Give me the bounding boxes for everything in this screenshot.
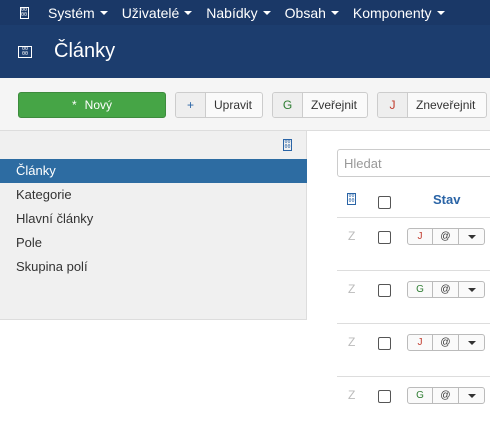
featured-toggle-icon[interactable]: @ — [433, 282, 459, 297]
articles-icon: 00 00 — [18, 45, 32, 58]
sidebar-item-fields[interactable]: Pole — [0, 231, 307, 255]
menu-menus[interactable]: Nabídky — [206, 4, 271, 21]
logo-glyph-icon: 00 00 — [19, 6, 29, 19]
edit-icon: + — [176, 93, 206, 117]
status-button-group: G @ — [407, 281, 485, 298]
status-button-group: G @ — [407, 387, 485, 404]
unpublish-button-label: Zneveřejnit — [416, 98, 476, 112]
sidebar: 00 00 Články Kategorie Hlavní články Pole… — [0, 131, 307, 320]
table-row: Z G @ — [337, 271, 490, 324]
actions-dropdown[interactable] — [459, 282, 484, 297]
row-checkbox[interactable] — [378, 284, 391, 297]
chevron-down-icon — [467, 287, 476, 292]
chevron-down-icon — [467, 234, 476, 239]
chevron-down-icon — [330, 10, 339, 15]
featured-toggle-icon[interactable]: @ — [433, 229, 459, 244]
menu-users-label: Uživatelé — [121, 4, 180, 21]
new-button[interactable]: * Nový — [18, 92, 166, 118]
featured-toggle-icon[interactable]: @ — [433, 388, 459, 403]
status-button-group: J @ — [407, 228, 485, 245]
menu-users[interactable]: Uživatelé — [122, 5, 193, 21]
published-status-icon[interactable]: G — [408, 388, 433, 403]
unpublish-icon: J — [378, 93, 408, 117]
drag-handle-icon[interactable]: Z — [348, 388, 355, 402]
publish-button-label: Zveřejnit — [311, 98, 358, 112]
drag-handle-icon[interactable]: Z — [348, 229, 355, 243]
drag-handle-icon[interactable]: Z — [348, 335, 355, 349]
select-all-checkbox[interactable] — [378, 196, 391, 209]
menu-system[interactable]: Systém — [48, 5, 108, 21]
menu-menus-label: Nabídky — [206, 4, 258, 21]
chevron-down-icon — [184, 10, 193, 15]
table-row: Z G @ — [337, 377, 490, 430]
chevron-down-icon — [436, 10, 445, 15]
edit-button[interactable]: + Upravit — [175, 92, 263, 118]
status-button-group: J @ — [407, 334, 485, 351]
sidebar-item-articles[interactable]: Články — [0, 159, 307, 183]
chevron-down-icon — [467, 340, 476, 345]
ordering-icon[interactable]: 00 00 — [347, 193, 356, 205]
published-status-icon[interactable]: G — [408, 282, 433, 297]
page-header: 00 00 Články — [0, 25, 490, 78]
toolbar: * Nový + Upravit G Zveřejnit J Zneveřejn… — [0, 78, 490, 131]
chevron-down-icon — [467, 393, 476, 398]
sidebar-toggle-icon[interactable]: 00 00 — [283, 139, 292, 151]
menu-system-label: Systém — [48, 4, 95, 21]
page-title: Články — [54, 40, 116, 62]
actions-dropdown[interactable] — [459, 229, 484, 244]
menu-components[interactable]: Komponenty — [353, 5, 445, 21]
search-input[interactable]: Hledat — [337, 149, 490, 177]
table-row: Z J @ — [337, 324, 490, 377]
menu-content[interactable]: Obsah — [285, 5, 339, 21]
actions-dropdown[interactable] — [459, 335, 484, 350]
publish-button[interactable]: G Zveřejnit — [272, 92, 368, 118]
publish-icon: G — [273, 93, 303, 117]
actions-dropdown[interactable] — [459, 388, 484, 403]
row-checkbox[interactable] — [378, 231, 391, 244]
new-icon: * — [71, 98, 77, 112]
sidebar-item-featured[interactable]: Hlavní články — [0, 207, 307, 231]
main-menu: Systém Uživatelé Nabídky Obsah Komponent… — [48, 5, 459, 21]
drag-handle-icon[interactable]: Z — [348, 282, 355, 296]
sidebar-nav: Články Kategorie Hlavní články Pole Skup… — [0, 159, 307, 279]
row-checkbox[interactable] — [378, 337, 391, 350]
unpublished-status-icon[interactable]: J — [408, 229, 433, 244]
table-header: 00 00 Stav — [337, 186, 490, 218]
status-column-header[interactable]: Stav — [433, 192, 460, 207]
top-navbar: 00 00 Systém Uživatelé Nabídky Obsah Komp… — [0, 0, 490, 25]
new-button-label: Nový — [84, 98, 112, 112]
sidebar-item-categories[interactable]: Kategorie — [0, 183, 307, 207]
menu-components-label: Komponenty — [352, 4, 432, 21]
table-row: Z J @ — [337, 218, 490, 271]
unpublish-button[interactable]: J Zneveřejnit — [377, 92, 487, 118]
edit-button-label: Upravit — [214, 98, 253, 112]
chevron-down-icon — [262, 10, 271, 15]
row-checkbox[interactable] — [378, 390, 391, 403]
joomla-logo-icon[interactable]: 00 00 — [0, 6, 48, 19]
chevron-down-icon — [99, 10, 108, 15]
unpublished-status-icon[interactable]: J — [408, 335, 433, 350]
featured-toggle-icon[interactable]: @ — [433, 335, 459, 350]
sidebar-item-field-groups[interactable]: Skupina polí — [0, 255, 307, 279]
menu-content-label: Obsah — [284, 4, 326, 21]
